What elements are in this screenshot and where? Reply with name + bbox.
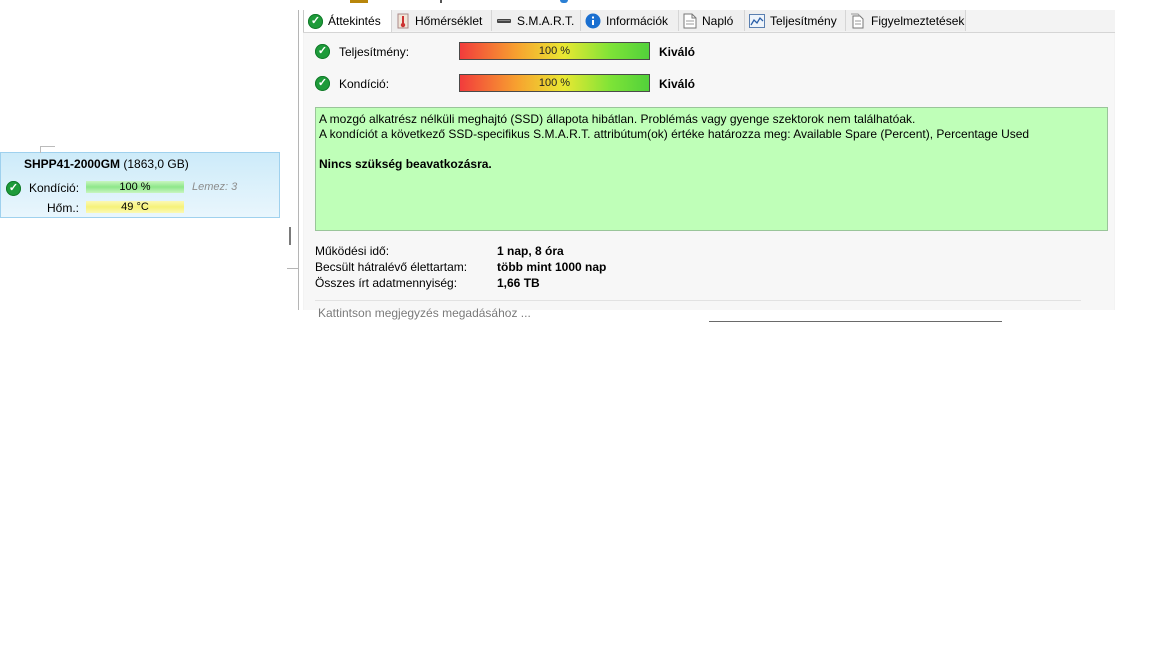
power-on-label: Működési idő: [315, 244, 390, 258]
card-top-fragment [40, 146, 55, 153]
disk-card[interactable]: SHPP41-2000GM (1863,0 GB) ✓ Kondíció: 10… [0, 152, 280, 218]
performance-rating: Kiváló [659, 45, 696, 59]
toolbar-fragment [350, 0, 368, 3]
performance-label: Teljesítmény: [339, 45, 410, 59]
tab-label: Információk [606, 13, 669, 28]
ok-check-icon: ✓ [308, 13, 323, 29]
ok-check-icon: ✓ [6, 181, 21, 196]
tab-temperature[interactable]: Hőmérséklet [392, 10, 492, 31]
tab-smart[interactable]: S.M.A.R.T. [492, 10, 581, 31]
disk-model: SHPP41-2000GM [24, 157, 121, 171]
tab-label: S.M.A.R.T. [517, 13, 575, 28]
health-label: Kondíció: [339, 77, 390, 91]
splitter-handle[interactable] [289, 227, 291, 245]
disk-number: Lemez: 3 [192, 181, 238, 193]
ok-check-icon: ✓ [315, 76, 330, 91]
toolbar-fragment [560, 0, 568, 3]
tab-label: Napló [702, 13, 734, 28]
status-description: A mozgó alkatrész nélküli meghajtó (SSD)… [315, 107, 1108, 231]
tab-label: Áttekintés [328, 14, 381, 28]
lifetime-value: több mint 1000 nap [497, 260, 607, 274]
health-label: Kondíció: [29, 181, 80, 195]
chart-icon [749, 13, 765, 28]
info-icon [585, 13, 601, 29]
temp-label: Hőm.: [47, 201, 80, 215]
tab-bar: ✓ Áttekintés Hőmérséklet S.M.A.R.T. Info… [303, 10, 1115, 33]
status-action: Nincs szükség beavatkozásra. [319, 157, 492, 171]
ok-check-icon: ✓ [315, 44, 330, 59]
tab-alerts[interactable]: Figyelmeztetések [846, 10, 966, 31]
status-line: A kondíciót a következő SSD-specifikus S… [319, 127, 1030, 141]
thermometer-icon [396, 13, 410, 29]
tab-label: Figyelmeztetések [871, 13, 965, 28]
health-rating: Kiváló [659, 77, 696, 91]
drive-icon [496, 13, 512, 29]
tab-performance[interactable]: Teljesítmény [745, 10, 846, 31]
health-bar: 100 % [459, 74, 650, 92]
temp-mini-bar: 49 °C [86, 201, 184, 213]
tab-label: Hőmérséklet [415, 13, 483, 28]
splitter-line [287, 268, 299, 269]
disk-size: (1863,0 GB) [123, 157, 189, 171]
document-icon [683, 13, 697, 29]
toolbar-fragment [440, 0, 442, 3]
lifetime-label: Becsült hátralévő élettartam: [315, 260, 468, 274]
status-line: A mozgó alkatrész nélküli meghajtó (SSD)… [319, 112, 916, 126]
tab-overview[interactable]: ✓ Áttekintés [303, 10, 392, 32]
written-value: 1,66 TB [497, 276, 540, 290]
power-on-value: 1 nap, 8 óra [497, 244, 564, 258]
bottom-divider [709, 321, 1002, 322]
disk-title: SHPP41-2000GM (1863,0 GB) [24, 157, 189, 171]
performance-bar: 100 % [459, 42, 650, 60]
health-mini-bar: 100 % [86, 181, 184, 193]
written-label: Összes írt adatmennyiség: [315, 276, 458, 290]
alerts-icon [850, 13, 866, 29]
tab-info[interactable]: Információk [581, 10, 679, 31]
tab-log[interactable]: Napló [679, 10, 745, 31]
splitter-line [298, 10, 299, 310]
tab-label: Teljesítmény [770, 13, 837, 28]
